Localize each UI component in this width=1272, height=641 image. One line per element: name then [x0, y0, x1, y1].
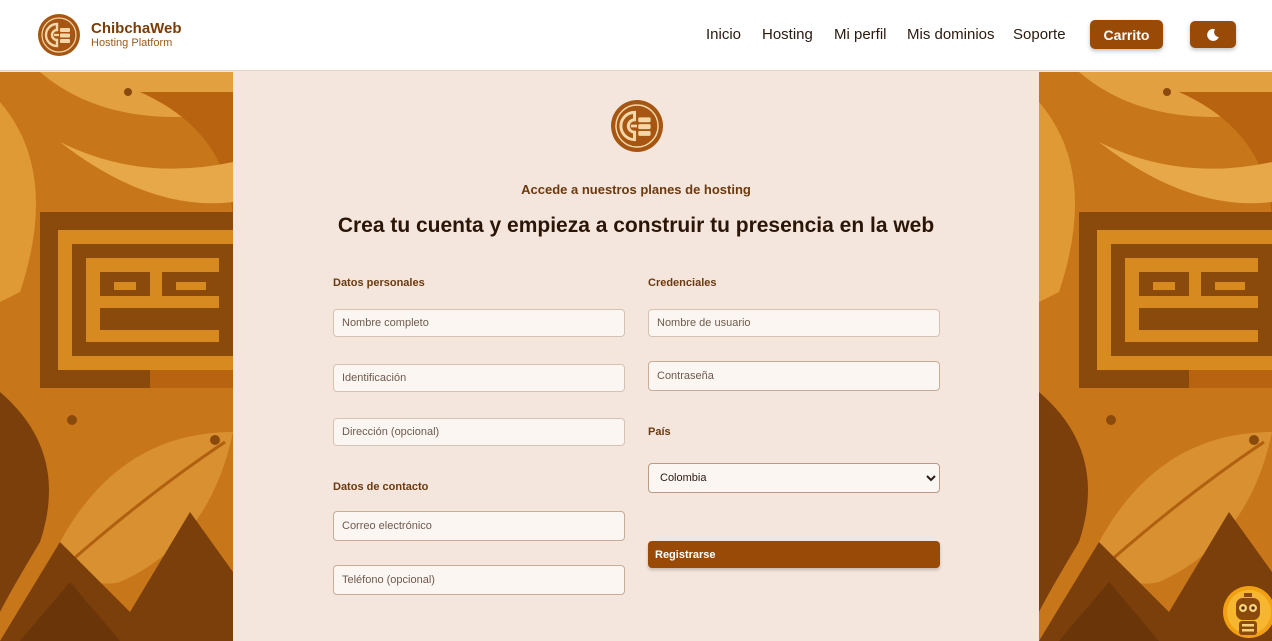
top-navbar: ChibchaWeb Hosting Platform Inicio Hosti…: [0, 0, 1272, 71]
chatbot-assistant-icon[interactable]: [1222, 584, 1272, 641]
chibcha-pattern-illustration: [1039, 72, 1272, 641]
nav-link-soporte[interactable]: Soporte: [1013, 26, 1066, 43]
brand-name: ChibchaWeb: [91, 20, 182, 37]
phone-input[interactable]: [333, 565, 625, 595]
chibchaweb-logo-icon: [38, 14, 80, 56]
cart-button[interactable]: Carrito: [1090, 20, 1163, 49]
nav-link-mis-dominios[interactable]: Mis dominios: [907, 26, 995, 43]
left-decorative-pattern: [0, 72, 233, 641]
country-label: País: [648, 426, 671, 438]
identification-input[interactable]: [333, 364, 625, 392]
theme-toggle-button[interactable]: [1190, 21, 1236, 48]
chibchaweb-logo-icon: [611, 100, 663, 152]
contact-data-label: Datos de contacto: [333, 481, 429, 493]
register-button[interactable]: Registrarse: [648, 541, 940, 568]
address-input[interactable]: [333, 418, 625, 446]
form-title: Crea tu cuenta y empieza a construir tu …: [337, 214, 935, 237]
nav-link-hosting[interactable]: Hosting: [762, 26, 813, 43]
personal-data-label: Datos personales: [333, 277, 425, 289]
nav-link-mi-perfil[interactable]: Mi perfil: [834, 26, 887, 43]
chibcha-pattern-illustration: [0, 72, 233, 641]
full-name-input[interactable]: [333, 309, 625, 337]
form-subtitle: Accede a nuestros planes de hosting: [521, 182, 751, 197]
nav-link-inicio[interactable]: Inicio: [706, 26, 741, 43]
register-panel: Accede a nuestros planes de hosting Crea…: [233, 72, 1039, 641]
password-input[interactable]: [648, 361, 940, 391]
username-input[interactable]: [648, 309, 940, 337]
email-input[interactable]: [333, 511, 625, 541]
credentials-label: Credenciales: [648, 277, 717, 289]
right-decorative-pattern: [1039, 72, 1272, 641]
brand-tagline: Hosting Platform: [91, 37, 173, 49]
moon-icon: [1207, 28, 1219, 41]
country-select[interactable]: Colombia: [648, 463, 940, 493]
brand[interactable]: ChibchaWeb Hosting Platform: [38, 14, 182, 56]
